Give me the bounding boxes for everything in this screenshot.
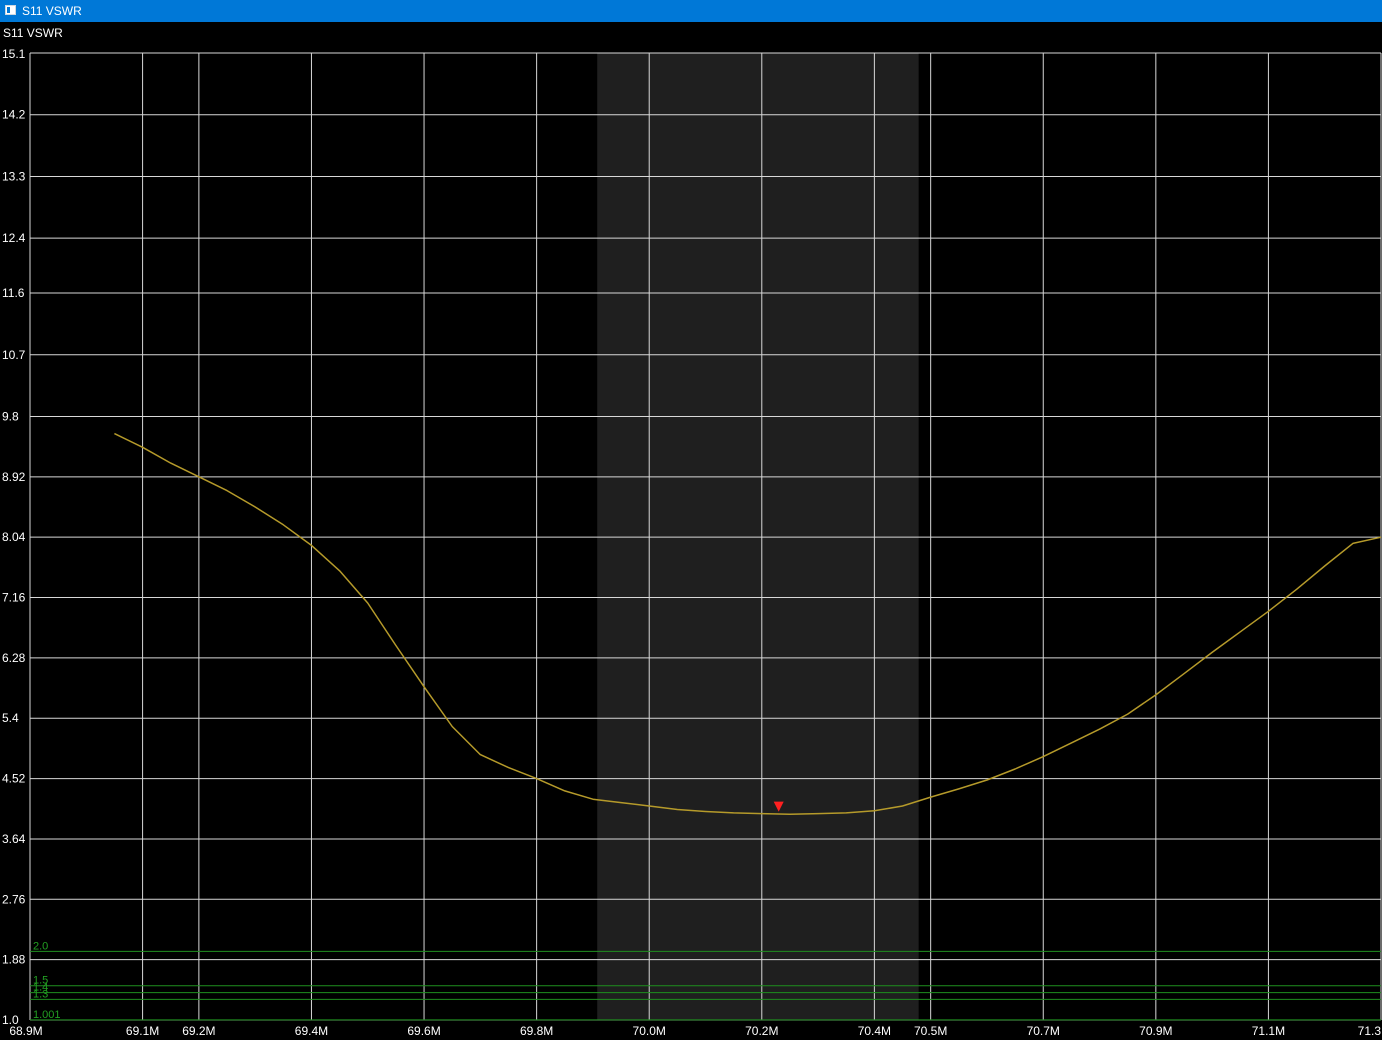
x-tick-label: 70.0M: [633, 1024, 666, 1038]
y-tick-label: 11.6: [2, 286, 25, 300]
app-window: S11 VSWR S11 VSWR 2.0 1.5 1.4 1.3 1.001 15.1…: [0, 0, 1382, 1040]
y-tick-label: 4.52: [2, 772, 26, 786]
x-tick-label: 70.9M: [1139, 1024, 1172, 1038]
x-tick-label: 69.1M: [126, 1024, 159, 1038]
y-tick-label: 5.4: [2, 711, 19, 725]
x-tick-label: 70.7M: [1027, 1024, 1060, 1038]
vswr-chart[interactable]: 2.01.51.41.31.001 15.114.213.312.411.610…: [0, 0, 1382, 1040]
x-tick-label: 71.1M: [1252, 1024, 1285, 1038]
y-tick-label: 1.88: [2, 953, 26, 967]
reference-line-label: 1.001: [33, 1009, 61, 1021]
y-tick-label: 13.3: [2, 169, 26, 183]
reference-line-label: 1.3: [33, 988, 48, 1000]
x-tick-label: 70.5M: [914, 1024, 947, 1038]
y-tick-label: 10.7: [2, 348, 26, 362]
y-tick-label: 9.8: [2, 409, 19, 423]
x-tick-label: 69.2M: [182, 1024, 215, 1038]
x-tick-label: 68.9M: [9, 1024, 42, 1038]
y-tick-label: 15.1: [2, 47, 26, 61]
reference-line-label: 2.0: [33, 940, 48, 952]
x-tick-label: 69.8M: [520, 1024, 553, 1038]
y-tick-label: 8.92: [2, 470, 26, 484]
y-tick-label: 3.64: [2, 832, 26, 846]
x-tick-label: 71.3: [1358, 1024, 1382, 1038]
highlight-band: [597, 53, 919, 1020]
y-tick-label: 12.4: [2, 231, 26, 245]
y-tick-label: 6.28: [2, 651, 26, 665]
x-tick-label: 70.2M: [745, 1024, 778, 1038]
x-tick-label: 69.6M: [407, 1024, 440, 1038]
x-tick-label: 69.4M: [295, 1024, 328, 1038]
y-tick-label: 7.16: [2, 591, 26, 605]
x-tick-label: 70.4M: [858, 1024, 891, 1038]
y-tick-label: 2.76: [2, 892, 26, 906]
y-tick-label: 8.04: [2, 530, 26, 544]
y-tick-label: 14.2: [2, 108, 26, 122]
